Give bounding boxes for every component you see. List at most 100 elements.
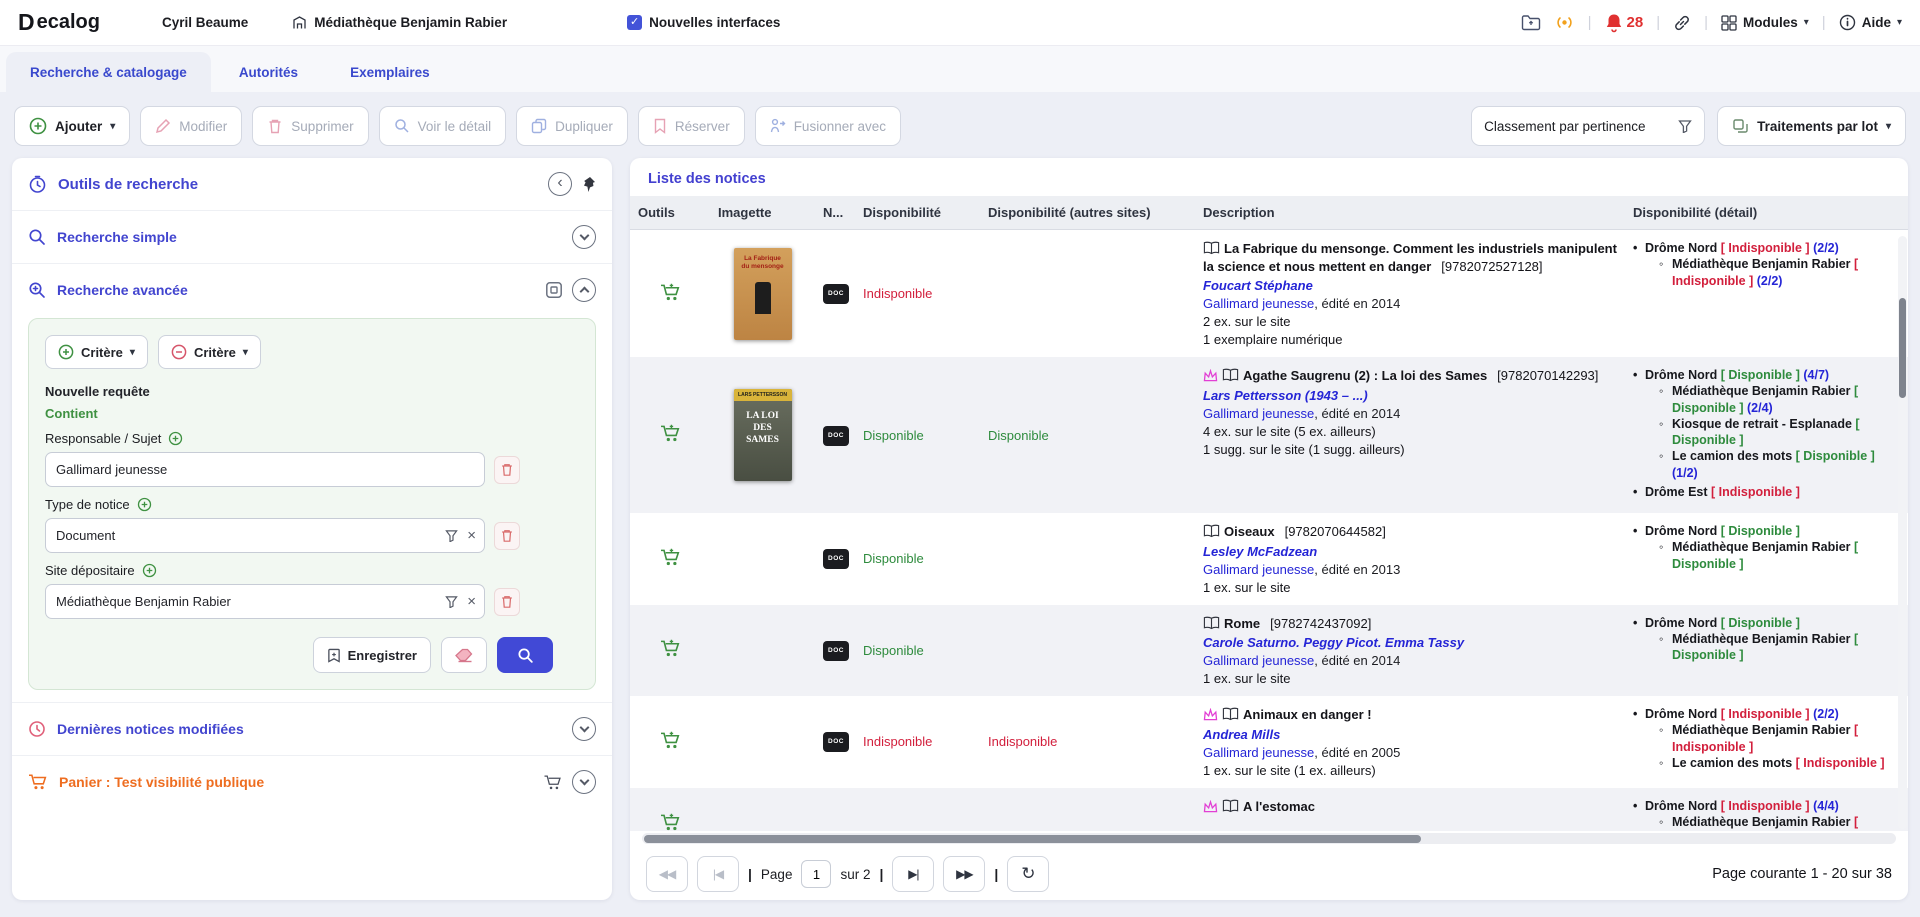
app-logo[interactable]: Decalog xyxy=(18,9,100,36)
simple-search-section[interactable]: Recherche simple xyxy=(12,210,612,263)
remove-criteria-button[interactable]: Critère ▾ xyxy=(158,335,261,369)
vertical-scrollbar-thumb[interactable] xyxy=(1899,298,1906,398)
save-query-button[interactable]: Enregistrer xyxy=(313,637,431,673)
add-criteria-button[interactable]: Critère ▾ xyxy=(45,335,148,369)
add-to-cart-icon[interactable] xyxy=(660,731,681,750)
modify-button[interactable]: Modifier xyxy=(140,106,242,146)
availability-count-link[interactable]: (2/4) xyxy=(1747,401,1773,415)
tab-exemplaires[interactable]: Exemplaires xyxy=(326,52,454,92)
horizontal-scrollbar[interactable] xyxy=(642,833,1896,844)
current-user[interactable]: Cyril Beaume xyxy=(162,15,248,30)
filter-funnel-icon[interactable] xyxy=(445,595,458,608)
beacon-icon[interactable] xyxy=(1554,14,1575,31)
availability-count-link[interactable]: (1/2) xyxy=(1672,466,1698,480)
pin-icon[interactable] xyxy=(581,176,596,193)
collapse-section-button[interactable] xyxy=(572,278,596,302)
publisher-link[interactable]: Gallimard jeunesse xyxy=(1203,653,1314,668)
publisher-link[interactable]: Gallimard jeunesse xyxy=(1203,745,1314,760)
availability-count-link[interactable]: (2/2) xyxy=(1813,707,1839,721)
sort-order-select[interactable]: Classement par pertinence xyxy=(1471,106,1705,146)
link-chain-icon[interactable] xyxy=(1673,14,1691,32)
advanced-search-section[interactable]: Recherche avancée xyxy=(12,263,612,316)
add-field-icon[interactable] xyxy=(142,563,157,578)
record-row[interactable]: A l'estomacDrôme Nord [ Indisponible ] (… xyxy=(630,788,1908,831)
vertical-scrollbar[interactable] xyxy=(1898,236,1907,829)
add-to-cart-icon[interactable] xyxy=(660,283,681,302)
add-to-cart-icon[interactable] xyxy=(660,639,681,658)
site-depositaire-input[interactable] xyxy=(45,584,485,619)
clear-field-icon[interactable]: × xyxy=(467,528,476,543)
record-row[interactable]: La Fabriquedu mensongeDOCIndisponibleLa … xyxy=(630,230,1908,358)
merge-icon xyxy=(770,118,786,134)
availability-count-link[interactable]: (2/2) xyxy=(1813,241,1839,255)
publisher-link[interactable]: Gallimard jeunesse xyxy=(1203,562,1314,577)
notifications-button[interactable]: 28 xyxy=(1605,13,1644,33)
record-authors-link[interactable]: Foucart Stéphane xyxy=(1203,278,1617,293)
add-field-icon[interactable] xyxy=(168,431,183,446)
add-to-cart-icon[interactable] xyxy=(660,424,681,443)
first-page-button[interactable]: ◀◀ xyxy=(646,856,688,892)
tab-recherche-catalogage[interactable]: Recherche & catalogage xyxy=(6,52,211,92)
book-cover-thumbnail[interactable]: LARS PETTERSSONLA LOIDESSAMES xyxy=(734,389,792,481)
add-to-cart-icon[interactable] xyxy=(660,813,681,831)
clear-form-button[interactable] xyxy=(441,637,487,673)
edition-info: , édité en 2014 xyxy=(1314,296,1400,311)
checkbox-checked-icon[interactable]: ✓ xyxy=(627,15,642,30)
duplicate-button[interactable]: Dupliquer xyxy=(516,106,628,146)
delete-button[interactable]: Supprimer xyxy=(252,106,368,146)
advanced-search-form: Critère ▾ Critère ▾ Nouvelle requête Con… xyxy=(28,318,596,690)
merge-button[interactable]: Fusionner avec xyxy=(755,106,901,146)
help-menu[interactable]: Aide ▾ xyxy=(1839,14,1902,31)
record-authors-link[interactable]: Carole Saturno. Peggy Picot. Emma Tassy xyxy=(1203,635,1617,650)
expand-section-button[interactable] xyxy=(572,717,596,741)
horizontal-scrollbar-thumb[interactable] xyxy=(644,835,1421,843)
collapse-panel-button[interactable]: ‹ xyxy=(548,172,572,196)
availability-count-link[interactable]: (2/2) xyxy=(1757,274,1783,288)
tab-autorites[interactable]: Autorités xyxy=(215,52,322,92)
availability-count-link[interactable]: (4/4) xyxy=(1813,799,1839,813)
popout-icon[interactable] xyxy=(545,281,563,299)
record-authors-link[interactable]: Andrea Mills xyxy=(1203,727,1617,742)
book-cover-thumbnail[interactable]: La Fabriquedu mensonge xyxy=(734,248,792,340)
reserve-button[interactable]: Réserver xyxy=(638,106,745,146)
add-field-icon[interactable] xyxy=(137,497,152,512)
record-row[interactable]: DOCIndisponibleIndisponibleAnimaux en da… xyxy=(630,696,1908,788)
clear-field-icon[interactable]: × xyxy=(467,594,476,609)
record-authors-link[interactable]: Lars Pettersson (1943 – ...) xyxy=(1203,388,1617,403)
last-page-button[interactable]: ▶▶ xyxy=(943,856,985,892)
cart-view-icon[interactable] xyxy=(543,774,563,791)
trash-icon xyxy=(267,118,283,134)
batch-processing-button[interactable]: Traitements par lot ▾ xyxy=(1717,106,1906,146)
export-folder-icon[interactable] xyxy=(1521,14,1541,31)
publisher-link[interactable]: Gallimard jeunesse xyxy=(1203,296,1314,311)
next-page-button[interactable]: ▶| xyxy=(892,856,934,892)
availability-count-link[interactable]: (4/7) xyxy=(1803,368,1829,382)
recent-records-section[interactable]: Dernières notices modifiées xyxy=(12,702,612,755)
add-button[interactable]: Ajouter ▾ xyxy=(14,106,130,146)
view-detail-button[interactable]: Voir le détail xyxy=(379,106,507,146)
search-tools-header[interactable]: Outils de recherche ‹ xyxy=(12,158,612,210)
page-number-input[interactable] xyxy=(801,860,831,888)
type-de-notice-input[interactable] xyxy=(45,518,485,553)
record-row[interactable]: DOCDisponibleOiseaux[9782070644582]Lesle… xyxy=(630,513,1908,605)
expand-section-button[interactable] xyxy=(572,225,596,249)
run-search-button[interactable] xyxy=(497,637,553,673)
record-authors-link[interactable]: Lesley McFadzean xyxy=(1203,544,1617,559)
responsable-sujet-input[interactable] xyxy=(45,452,485,487)
add-to-cart-icon[interactable] xyxy=(660,548,681,567)
refresh-button[interactable]: ↻ xyxy=(1007,856,1049,892)
cart-section[interactable]: Panier : Test visibilité publique xyxy=(12,755,612,808)
chevron-down-icon: ▾ xyxy=(1886,121,1891,132)
record-row[interactable]: DOCDisponibleRome[9782742437092]Carole S… xyxy=(630,605,1908,697)
delete-criteria-icon[interactable] xyxy=(494,456,520,484)
previous-page-button[interactable]: |◀ xyxy=(697,856,739,892)
delete-criteria-icon[interactable] xyxy=(494,588,520,616)
publisher-link[interactable]: Gallimard jeunesse xyxy=(1203,406,1314,421)
expand-section-button[interactable] xyxy=(572,770,596,794)
filter-funnel-icon[interactable] xyxy=(445,529,458,542)
new-interfaces-toggle[interactable]: ✓ Nouvelles interfaces xyxy=(627,15,780,30)
record-row[interactable]: LARS PETTERSSONLA LOIDESSAMESDOCDisponib… xyxy=(630,357,1908,513)
current-site[interactable]: Médiathèque Benjamin Rabier xyxy=(292,15,507,30)
modules-menu[interactable]: Modules ▾ xyxy=(1721,15,1809,31)
delete-criteria-icon[interactable] xyxy=(494,522,520,550)
